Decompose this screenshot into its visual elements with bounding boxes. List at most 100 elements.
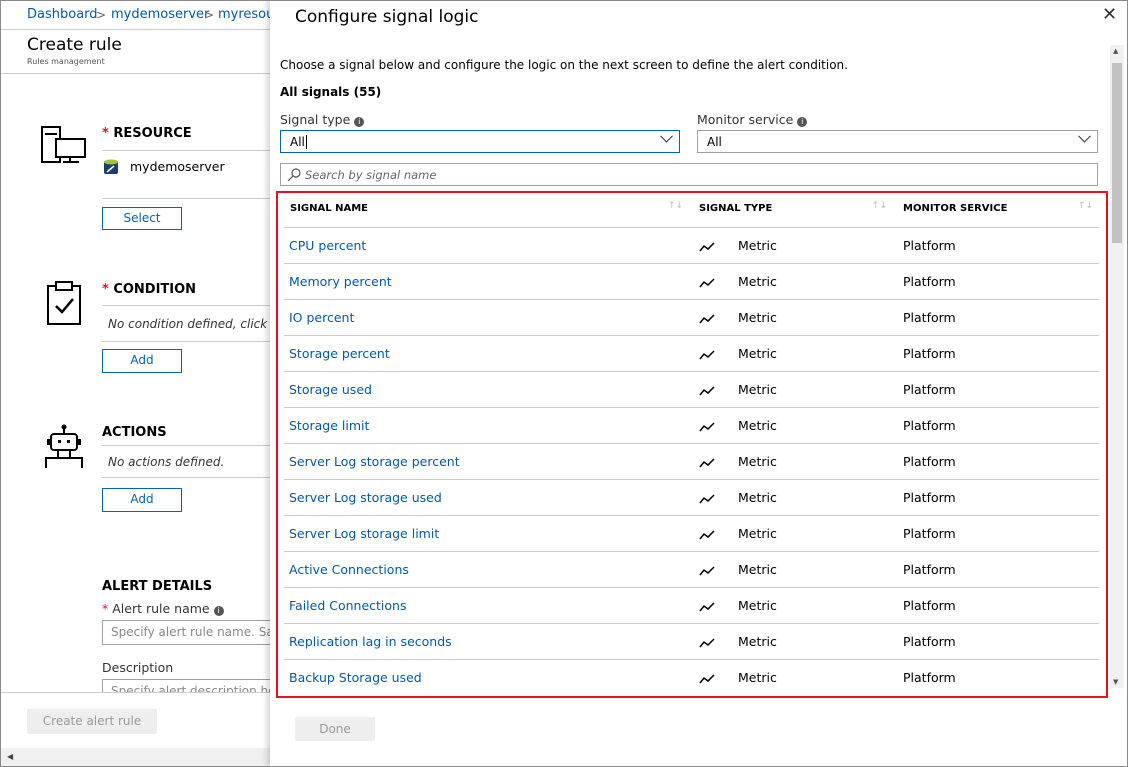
alert-rule-name-input[interactable]: Specify alert rule name. Sampl	[102, 620, 282, 645]
signal-name-link[interactable]: Storage limit	[289, 418, 369, 433]
signal-type: Metric	[738, 382, 777, 397]
metric-chart-icon	[699, 566, 715, 576]
monitor-service: Platform	[903, 310, 956, 325]
monitor-service: Platform	[903, 454, 956, 469]
table-row[interactable]: Active Connections Metric Platform	[284, 551, 1099, 587]
signal-name-link[interactable]: Server Log storage used	[289, 490, 442, 505]
metric-chart-icon	[699, 638, 715, 648]
table-row[interactable]: Server Log storage limit Metric Platform	[284, 515, 1099, 551]
monitor-service: Platform	[903, 670, 956, 685]
signal-type: Metric	[738, 634, 777, 649]
metric-chart-icon	[699, 530, 715, 540]
signal-count: All signals (55)	[280, 85, 382, 99]
configure-signal-logic-blade: Configure signal logic ✕ Choose a signal…	[270, 0, 1128, 767]
table-row[interactable]: Storage percent Metric Platform	[284, 335, 1099, 371]
alert-rule-name-label: * Alert rule name i	[102, 601, 224, 616]
scrollbar-thumb	[1112, 63, 1122, 243]
sort-icon[interactable]: ↑↓	[668, 201, 683, 211]
clipboard-check-icon	[47, 281, 81, 325]
monitor-service: Platform	[903, 598, 956, 613]
monitor-service: Platform	[903, 490, 956, 505]
table-row[interactable]: Failed Connections Metric Platform	[284, 587, 1099, 623]
signal-type: Metric	[738, 670, 777, 685]
table-row[interactable]: Backup Storage used Metric Platform	[284, 659, 1099, 695]
done-button[interactable]: Done	[295, 717, 375, 741]
metric-chart-icon	[699, 386, 715, 396]
breadcrumb-dashboard[interactable]: Dashboard	[27, 7, 98, 22]
metric-chart-icon	[699, 350, 715, 360]
alert-details-heading: ALERT DETAILS	[102, 579, 213, 594]
monitor-service-dropdown[interactable]: All	[697, 129, 1098, 153]
sort-icon[interactable]: ↑↓	[1078, 201, 1093, 211]
table-row[interactable]: Storage used Metric Platform	[284, 371, 1099, 407]
breadcrumb-separator: >	[96, 8, 107, 22]
signal-name-link[interactable]: Server Log storage limit	[289, 526, 439, 541]
monitor-service-label: Monitor service i	[697, 112, 808, 127]
info-icon: i	[797, 117, 808, 127]
signal-name-link[interactable]: Replication lag in seconds	[289, 634, 452, 649]
actions-heading: ACTIONS	[102, 425, 167, 440]
monitor-service: Platform	[903, 346, 956, 361]
signal-name-link[interactable]: IO percent	[289, 310, 354, 325]
table-row[interactable]: Memory percent Metric Platform	[284, 263, 1099, 299]
signal-name-link[interactable]: Storage used	[289, 382, 372, 397]
select-resource-button[interactable]: Select	[102, 207, 182, 230]
signal-name-link[interactable]: Active Connections	[289, 562, 409, 577]
create-alert-rule-button[interactable]: Create alert rule	[27, 709, 157, 734]
sort-icon[interactable]: ↑↓	[872, 201, 887, 211]
signal-type-label: Signal type i	[280, 112, 365, 127]
vertical-scrollbar[interactable]: ▲ ▼	[1110, 45, 1124, 688]
table-row[interactable]: IO percent Metric Platform	[284, 299, 1099, 335]
robot-icon	[45, 424, 83, 468]
signal-name-link[interactable]: Storage percent	[289, 346, 390, 361]
signal-type: Metric	[738, 454, 777, 469]
signal-name-link[interactable]: Server Log storage percent	[289, 454, 460, 469]
description-label: Description	[102, 660, 174, 675]
metric-chart-icon	[699, 458, 715, 468]
signal-name-link[interactable]: Failed Connections	[289, 598, 407, 613]
signal-name-link[interactable]: Memory percent	[289, 274, 392, 289]
metric-chart-icon	[699, 422, 715, 432]
signal-name-link[interactable]: CPU percent	[289, 238, 366, 253]
column-header-signal-type[interactable]: SIGNAL TYPE	[699, 203, 772, 214]
metric-chart-icon	[699, 242, 715, 252]
column-header-monitor-service[interactable]: MONITOR SERVICE	[903, 203, 1007, 214]
monitor-service: Platform	[903, 562, 956, 577]
signal-type: Metric	[738, 418, 777, 433]
chevron-down-icon	[1078, 129, 1091, 143]
table-row[interactable]: CPU percent Metric Platform	[284, 227, 1099, 263]
add-action-button[interactable]: Add	[102, 488, 182, 512]
monitor-service: Platform	[903, 418, 956, 433]
metric-chart-icon	[699, 314, 715, 324]
signal-type-dropdown[interactable]: All	[280, 129, 680, 153]
signal-type: Metric	[738, 526, 777, 541]
table-row[interactable]: Storage limit Metric Platform	[284, 407, 1099, 443]
search-input[interactable]: Search by signal name	[280, 163, 1098, 186]
table-row[interactable]: Server Log storage percent Metric Platfo…	[284, 443, 1099, 479]
condition-heading: * CONDITION	[102, 282, 197, 297]
monitor-service: Platform	[903, 238, 956, 253]
monitor-service: Platform	[903, 634, 956, 649]
add-condition-button[interactable]: Add	[102, 349, 182, 373]
column-header-signal-name[interactable]: SIGNAL NAME	[290, 203, 368, 214]
signals-table: SIGNAL NAME ↑↓ SIGNAL TYPE ↑↓ MONITOR SE…	[276, 191, 1108, 698]
table-row[interactable]: Replication lag in seconds Metric Platfo…	[284, 623, 1099, 659]
horizontal-scrollbar[interactable]: ◀	[1, 748, 271, 766]
signal-type: Metric	[738, 346, 777, 361]
intro-text: Choose a signal below and configure the …	[280, 58, 848, 72]
signal-type: Metric	[738, 598, 777, 613]
table-row[interactable]: Server Log storage used Metric Platform	[284, 479, 1099, 515]
page-subtitle: Rules management	[27, 57, 105, 66]
chevron-down-icon	[660, 129, 673, 143]
search-icon	[287, 168, 301, 182]
metric-chart-icon	[699, 602, 715, 612]
resource-heading: * RESOURCE	[102, 126, 192, 141]
breadcrumb-server[interactable]: mydemoserver	[111, 7, 209, 22]
close-icon[interactable]: ✕	[1102, 4, 1117, 25]
metric-chart-icon	[699, 278, 715, 288]
database-icon	[104, 159, 118, 174]
signal-name-link[interactable]: Backup Storage used	[289, 670, 422, 685]
signal-type: Metric	[738, 274, 777, 289]
resource-name: mydemoserver	[130, 159, 225, 174]
signal-type: Metric	[738, 238, 777, 253]
